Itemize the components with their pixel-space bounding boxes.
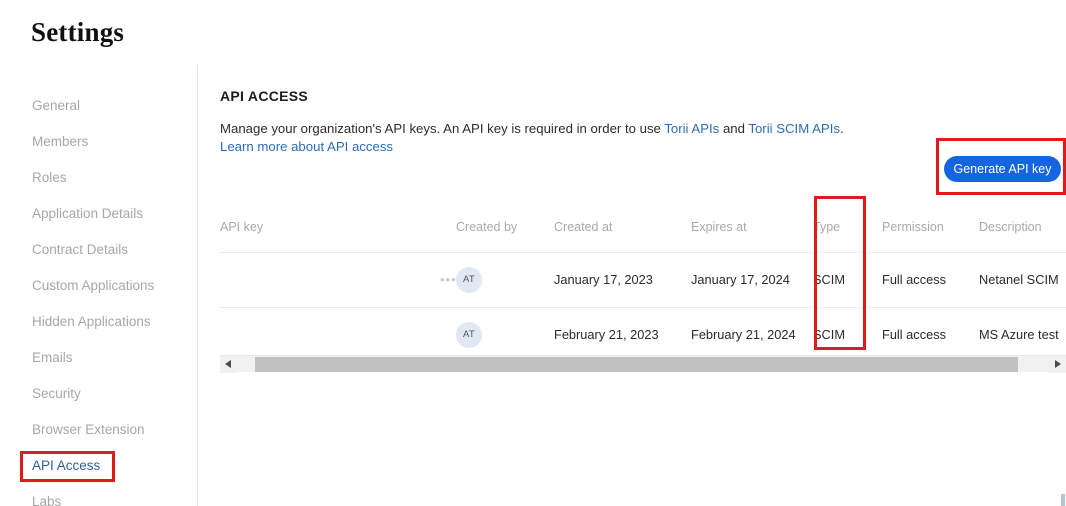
- column-header-created-at[interactable]: Created at: [554, 202, 691, 252]
- triangle-right-icon: [1055, 360, 1061, 368]
- avatar[interactable]: AT: [456, 322, 482, 348]
- cell-description: MS Azure test: [979, 307, 1066, 362]
- cell-created-by: AT: [456, 307, 554, 362]
- sidebar-item-label: API Access: [32, 458, 100, 473]
- sidebar-item-label: Emails: [32, 350, 73, 365]
- table-row[interactable]: AT February 21, 2023 February 21, 2024 S…: [220, 307, 1066, 362]
- cell-created-by: AT: [456, 252, 554, 307]
- triangle-left-icon: [225, 360, 231, 368]
- scrollbar-thumb[interactable]: [255, 357, 1018, 372]
- table-row[interactable]: ••• AT January 17, 2023 January 17, 2024…: [220, 252, 1066, 307]
- sidebar-item-label: General: [32, 98, 80, 113]
- masked-api-key: •••: [220, 272, 456, 287]
- sidebar-item-label: Contract Details: [32, 242, 128, 257]
- description-text-part1: Manage your organization's API keys. An …: [220, 121, 664, 136]
- sidebar-item-general[interactable]: General: [0, 88, 197, 124]
- sidebar-item-label: Custom Applications: [32, 278, 154, 293]
- generate-api-key-annotation-box: Generate API key: [936, 138, 1066, 195]
- cell-api-key: •••: [220, 252, 456, 307]
- sidebar-item-members[interactable]: Members: [0, 124, 197, 160]
- sidebar-item-contract-details[interactable]: Contract Details: [0, 232, 197, 268]
- sidebar-item-label: Application Details: [32, 206, 143, 221]
- cell-permission: Full access: [882, 252, 979, 307]
- cell-created-at: January 17, 2023: [554, 252, 691, 307]
- scroll-right-arrow-icon[interactable]: [1049, 356, 1066, 373]
- description-text-part3: .: [840, 121, 844, 136]
- api-access-panel: API ACCESS Manage your organization's AP…: [198, 65, 1066, 506]
- settings-page: Settings General Members Roles Applicati…: [0, 0, 1066, 506]
- settings-sidebar: General Members Roles Application Detail…: [0, 65, 198, 506]
- table-header-row: API key Created by Created at Expires at…: [220, 202, 1066, 252]
- learn-more-api-access-link[interactable]: Learn more about API access: [220, 138, 860, 156]
- torii-apis-link[interactable]: Torii APIs: [664, 121, 719, 136]
- column-header-permission[interactable]: Permission: [882, 202, 979, 252]
- section-title: API ACCESS: [220, 88, 308, 104]
- sidebar-item-roles[interactable]: Roles: [0, 160, 197, 196]
- cell-api-key: [220, 307, 456, 362]
- cell-type: SCIM: [813, 307, 882, 362]
- cell-type: SCIM: [813, 252, 882, 307]
- sidebar-item-emails[interactable]: Emails: [0, 340, 197, 376]
- description-text-part2: and: [719, 121, 748, 136]
- sidebar-item-hidden-applications[interactable]: Hidden Applications: [0, 304, 197, 340]
- column-header-created-by[interactable]: Created by: [456, 202, 554, 252]
- sidebar-item-custom-applications[interactable]: Custom Applications: [0, 268, 197, 304]
- sidebar-item-label: Hidden Applications: [32, 314, 151, 329]
- torii-scim-apis-link[interactable]: Torii SCIM APIs: [748, 121, 840, 136]
- api-keys-table: API key Created by Created at Expires at…: [220, 202, 1066, 363]
- page-title: Settings: [31, 17, 124, 48]
- horizontal-scrollbar[interactable]: [220, 355, 1066, 372]
- sidebar-item-label: Labs: [32, 494, 61, 506]
- table-header: API key Created by Created at Expires at…: [220, 202, 1066, 252]
- cell-expires-at: February 21, 2024: [691, 307, 813, 362]
- column-header-api-key[interactable]: API key: [220, 202, 456, 252]
- sidebar-item-security[interactable]: Security: [0, 376, 197, 412]
- sidebar-item-browser-extension[interactable]: Browser Extension: [0, 412, 197, 448]
- sidebar-item-label: Members: [32, 134, 88, 149]
- cell-permission: Full access: [882, 307, 979, 362]
- section-description: Manage your organization's API keys. An …: [220, 120, 860, 156]
- generate-api-key-button[interactable]: Generate API key: [944, 156, 1061, 182]
- table-body: ••• AT January 17, 2023 January 17, 2024…: [220, 252, 1066, 362]
- scroll-left-arrow-icon[interactable]: [220, 356, 237, 373]
- sidebar-item-label: Security: [32, 386, 81, 401]
- cell-description: Netanel SCIM: [979, 252, 1066, 307]
- sidebar-item-label: Roles: [32, 170, 67, 185]
- api-keys-table-container: API key Created by Created at Expires at…: [220, 202, 1066, 363]
- column-header-description[interactable]: Description: [979, 202, 1066, 252]
- column-header-expires-at[interactable]: Expires at: [691, 202, 813, 252]
- column-header-type[interactable]: Type: [813, 202, 882, 252]
- sidebar-item-api-access[interactable]: API Access: [0, 448, 197, 484]
- sidebar-item-label: Browser Extension: [32, 422, 145, 437]
- cell-expires-at: January 17, 2024: [691, 252, 813, 307]
- sidebar-item-labs[interactable]: Labs: [0, 484, 197, 506]
- sidebar-item-application-details[interactable]: Application Details: [0, 196, 197, 232]
- corner-mark: [1061, 494, 1065, 506]
- cell-created-at: February 21, 2023: [554, 307, 691, 362]
- avatar[interactable]: AT: [456, 267, 482, 293]
